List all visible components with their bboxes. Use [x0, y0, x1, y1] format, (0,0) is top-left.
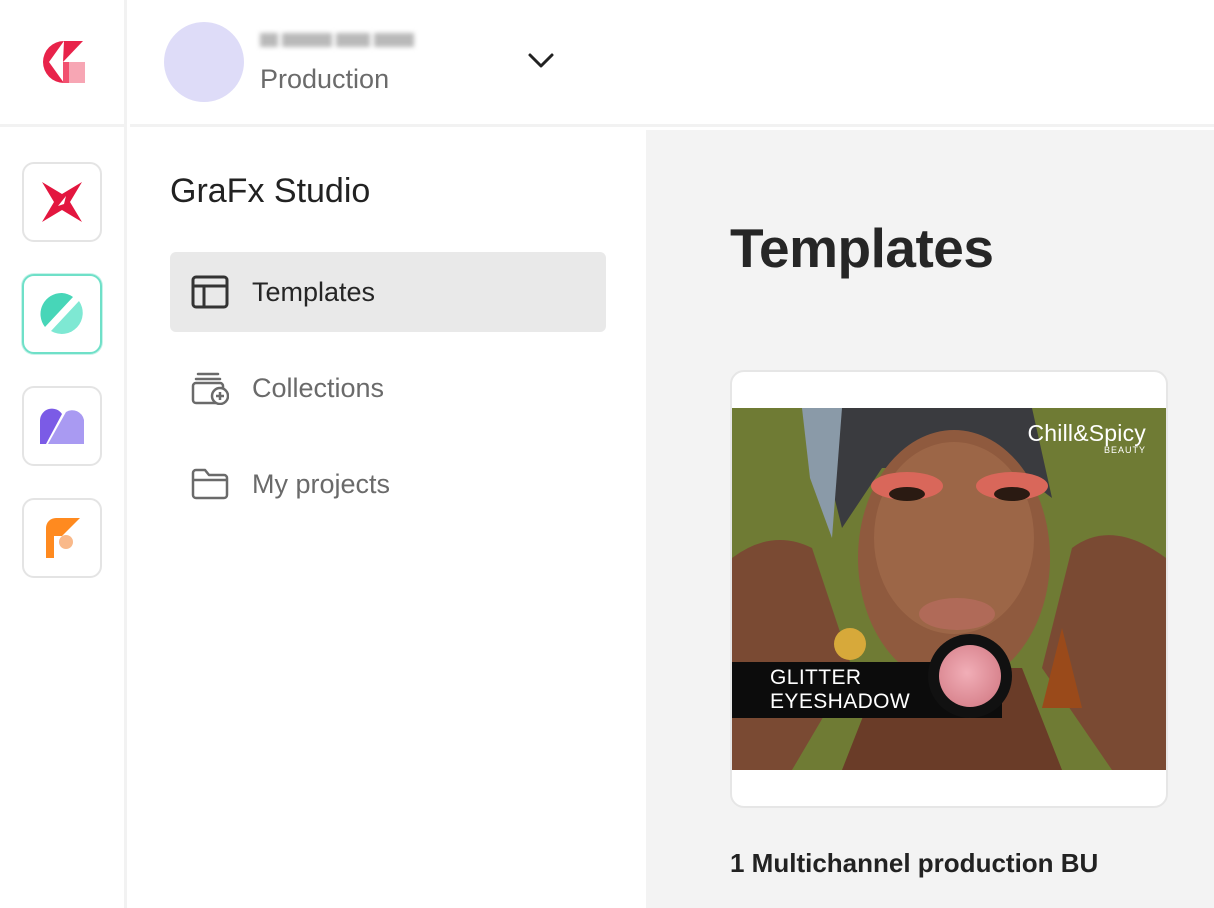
nav-item-my-projects[interactable]: My projects [170, 444, 606, 524]
publisher-star-icon [42, 182, 82, 222]
app-studio[interactable] [22, 274, 102, 354]
chevron-down-icon[interactable] [526, 48, 556, 72]
studio-s-icon [40, 292, 83, 334]
nav-item-collections[interactable]: Collections [170, 348, 606, 428]
media-m-icon [40, 408, 84, 444]
collections-add-icon [190, 368, 230, 408]
app-publisher[interactable] [22, 162, 102, 242]
template-layout-icon [190, 272, 230, 312]
environment-subtitle: Production [260, 64, 390, 94]
nav-item-label: Templates [252, 276, 376, 307]
grafx-logo-icon [42, 41, 85, 83]
environment-name-redacted [260, 24, 420, 56]
app-fonts[interactable] [22, 498, 102, 578]
template-thumbnail: Chill&Spicy BEAUTY GLITTER EYESHADOW [732, 408, 1166, 770]
grafx-logo[interactable] [0, 0, 127, 127]
eyeshadow-compact [928, 634, 1012, 718]
template-name[interactable]: 1 Multichannel production BU [730, 848, 1098, 879]
templates-main: Templates Chill&Spicy BEAUTY GLITTER EYE… [646, 130, 1214, 908]
studio-sidenav: GraFx Studio Templates Collections My pr… [130, 130, 646, 908]
page-title: Templates [730, 217, 994, 279]
folder-icon [190, 464, 230, 504]
sidenav-title: GraFx Studio [170, 172, 371, 210]
environment-avatar [164, 22, 244, 102]
nav-item-label: My projects [252, 468, 391, 499]
nav-item-label: Collections [252, 372, 385, 403]
nav-item-templates[interactable]: Templates [170, 252, 606, 332]
app-rail [0, 0, 127, 908]
thumbnail-brand: Chill&Spicy BEAUTY [1027, 420, 1146, 455]
environment-header: Production [130, 0, 1214, 127]
app-media[interactable] [22, 386, 102, 466]
fonts-f-icon [46, 518, 80, 558]
template-card[interactable]: Chill&Spicy BEAUTY GLITTER EYESHADOW [730, 370, 1168, 808]
